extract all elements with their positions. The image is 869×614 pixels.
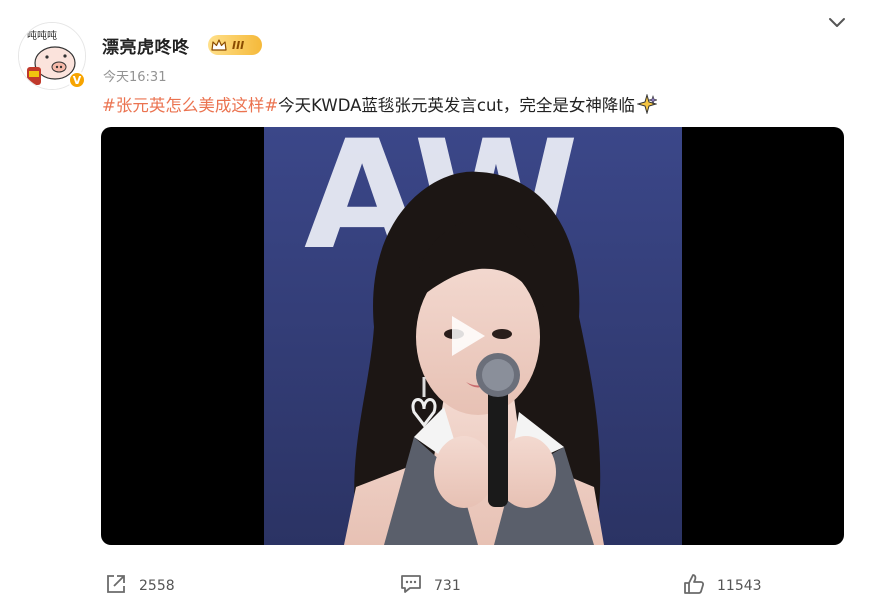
like-icon xyxy=(683,573,705,599)
video-player[interactable]: AW xyxy=(101,127,844,545)
rank-badge[interactable]: III xyxy=(208,35,262,55)
verified-badge-icon: V xyxy=(68,71,86,89)
username[interactable]: 漂亮虎咚咚 xyxy=(102,33,190,58)
post-body: 今天KWDA蓝毯张元英发言cut，完全是女神降临 xyxy=(278,96,635,115)
sparkle-icon xyxy=(636,93,658,118)
comment-icon xyxy=(400,573,422,599)
post-text: #张元英怎么美成这样#今天KWDA蓝毯张元英发言cut，完全是女神降临 xyxy=(102,92,658,118)
rank-level: III xyxy=(232,38,245,52)
avatar-caption: 吨吨吨 xyxy=(27,29,57,42)
comment-button[interactable]: 731 xyxy=(400,573,461,599)
like-button[interactable]: 11543 xyxy=(683,573,762,599)
post-timestamp[interactable]: 今天16:31 xyxy=(103,66,166,85)
share-button[interactable]: 2558 xyxy=(105,573,175,599)
share-count: 2558 xyxy=(139,578,175,594)
action-bar: 2558 731 11543 xyxy=(0,566,869,606)
like-count: 11543 xyxy=(717,578,762,594)
crown-icon xyxy=(208,35,230,55)
play-icon[interactable] xyxy=(448,313,488,359)
weibo-post-card: 吨吨吨 V 漂亮虎咚咚 III 今天16:31 #张元英怎么美成这样#今天KWD… xyxy=(0,0,869,614)
chevron-down-icon[interactable] xyxy=(826,12,848,34)
hashtag-link[interactable]: #张元英怎么美成这样# xyxy=(102,96,278,115)
comment-count: 731 xyxy=(434,578,461,594)
share-icon xyxy=(105,573,127,599)
